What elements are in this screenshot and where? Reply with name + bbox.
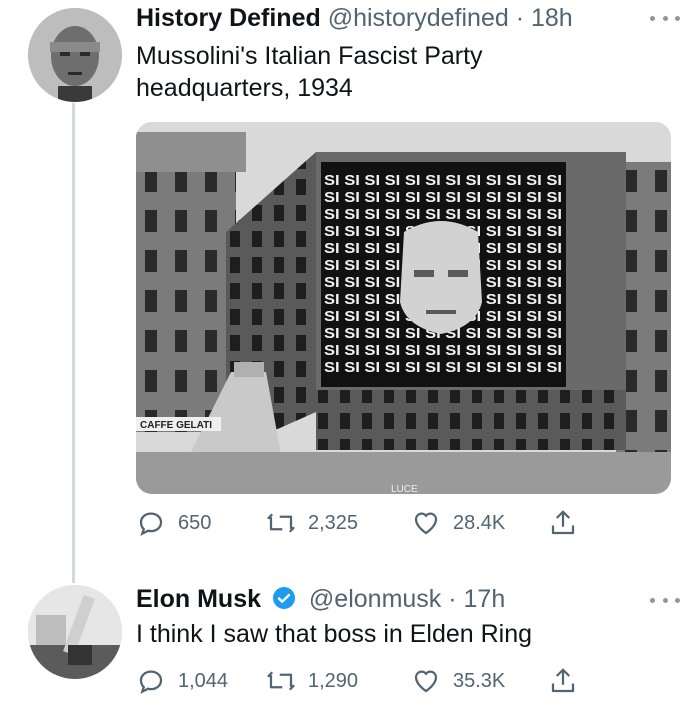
tweet-actions: 1,044 1,290 35.3K	[136, 666, 596, 696]
verified-badge-icon	[272, 587, 295, 609]
separator-dot: ·	[515, 4, 525, 32]
more-options-icon[interactable]	[650, 8, 680, 28]
like-button[interactable]: 28.4K	[411, 508, 505, 538]
like-icon	[414, 670, 438, 693]
tweet-header: Elon Musk @elonmusk · 17h	[136, 584, 505, 614]
reply-icon	[139, 670, 163, 694]
separator-dot: ·	[448, 585, 457, 613]
avatar[interactable]	[28, 8, 122, 102]
reply-count: 650	[178, 511, 212, 534]
svg-text:SI SI SI SI SI SI SI SI SI SI: SI SI SI SI SI SI SI SI SI SI SI SI	[324, 342, 562, 359]
tweet-actions: 650 2,325 28.4K	[136, 508, 596, 538]
tweet-text-line-1: Mussolini's Italian Fascist Party	[136, 42, 483, 70]
timestamp[interactable]: 17h	[464, 585, 506, 613]
like-button[interactable]: 35.3K	[411, 666, 505, 696]
tweet-text-line-2: headquarters, 1934	[136, 74, 353, 102]
like-icon	[414, 512, 438, 535]
like-count: 35.3K	[453, 669, 506, 692]
tweet-text: I think I saw that boss in Elden Ring	[136, 620, 533, 648]
share-icon	[551, 668, 575, 693]
retweet-button[interactable]: 2,325	[266, 508, 358, 538]
caffe-sign-text: CAFFE GELATI	[140, 420, 212, 431]
svg-text:SI SI SI SI SI SI SI SI SI SI: SI SI SI SI SI SI SI SI SI SI SI SI	[324, 206, 562, 223]
tweet-history-defined[interactable]: History Defined @historydefined · 18h Mu…	[0, 0, 700, 560]
reply-button[interactable]: 1,044	[136, 666, 228, 696]
tweet-elon-musk[interactable]: Elon Musk @elonmusk · 17h I think I saw …	[0, 570, 700, 707]
svg-text:SI SI SI SI SI SI SI SI SI SI: SI SI SI SI SI SI SI SI SI SI SI SI	[324, 189, 562, 206]
avatar-portrait-image	[28, 8, 122, 102]
reply-count: 1,044	[178, 669, 229, 692]
share-icon	[551, 510, 575, 535]
timestamp[interactable]: 18h	[531, 4, 573, 32]
user-handle[interactable]: @historydefined	[328, 4, 509, 32]
avatar-photo-image	[28, 585, 122, 679]
retweet-count: 2,325	[308, 511, 359, 534]
more-options-icon[interactable]	[650, 590, 680, 610]
giant-face	[400, 221, 482, 334]
retweet-button[interactable]: 1,290	[266, 666, 358, 696]
retweet-icon	[267, 513, 295, 533]
retweet-count: 1,290	[308, 669, 359, 692]
si-row: SI SI SI SI SI SI SI SI SI SI SI SI	[324, 172, 562, 189]
reply-button[interactable]: 650	[136, 508, 211, 538]
share-button[interactable]	[548, 666, 578, 696]
display-name[interactable]: Elon Musk	[136, 585, 261, 613]
share-button[interactable]	[548, 508, 578, 538]
like-count: 28.4K	[453, 511, 506, 534]
photo-building-banner: SI SI SI SI SI SI SI SI SI SI SI SI SI S…	[136, 122, 671, 494]
tweet-header: History Defined @historydefined · 18h	[136, 3, 573, 33]
reply-icon	[139, 512, 163, 536]
display-name[interactable]: History Defined	[136, 4, 321, 32]
tweet-text: Mussolini's Italian Fascist Party headqu…	[136, 40, 483, 104]
retweet-icon	[267, 671, 295, 691]
user-handle[interactable]: @elonmusk	[309, 585, 441, 613]
svg-text:SI SI SI SI SI SI SI SI SI SI: SI SI SI SI SI SI SI SI SI SI SI SI	[324, 359, 562, 376]
luce-sign-text: LUCE	[391, 484, 418, 494]
avatar[interactable]	[28, 585, 122, 679]
tweet-photo[interactable]: SI SI SI SI SI SI SI SI SI SI SI SI SI S…	[136, 122, 671, 494]
